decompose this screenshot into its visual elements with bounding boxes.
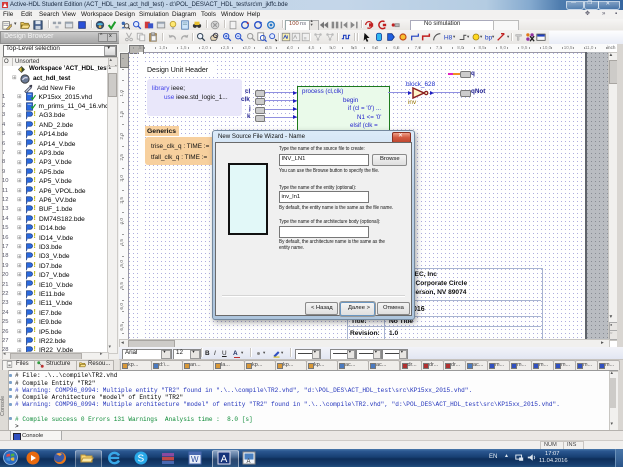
svg-text:S: S xyxy=(138,453,145,464)
svg-text:H8: H8 xyxy=(444,35,453,42)
svg-text:W: W xyxy=(191,455,199,464)
svg-text:A: A xyxy=(247,459,251,465)
svg-text:A: A xyxy=(221,454,228,465)
